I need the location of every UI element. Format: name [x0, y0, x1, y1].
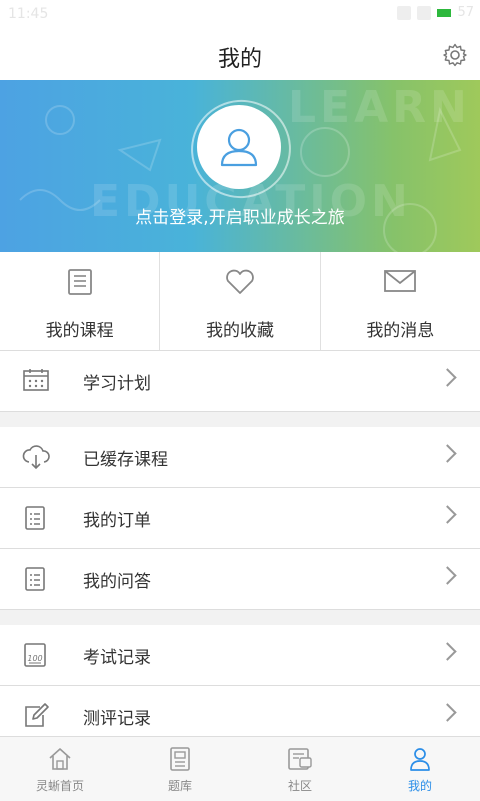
signal-icon: [417, 5, 432, 20]
exam-score-icon: 100: [24, 643, 46, 667]
edit-record-icon: [25, 703, 49, 727]
chevron-right-icon: [438, 703, 457, 722]
mail-icon: [384, 270, 417, 292]
svg-text:100: 100: [27, 654, 42, 663]
course-book-icon: [67, 269, 92, 295]
menu-item-label: 我的订单: [83, 511, 151, 531]
status-time: 11:45: [8, 6, 49, 22]
menu-item-label: 考试记录: [83, 648, 151, 668]
avatar[interactable]: [197, 105, 281, 189]
wifi-icon: [397, 5, 412, 20]
tab-label: 题库: [167, 779, 192, 793]
chevron-right-icon: [438, 505, 457, 524]
menu-item-my-orders[interactable]: 我的订单: [0, 488, 480, 549]
quick-action-label: 我的消息: [366, 321, 435, 341]
tab-label: 社区: [287, 779, 312, 793]
battery-icon: [437, 8, 452, 17]
question-bank-icon: [170, 747, 190, 771]
menu-item-label: 学习计划: [83, 374, 151, 394]
tab-community[interactable]: 社区: [240, 737, 360, 801]
profile-icon: [410, 748, 430, 771]
quick-actions: 我的课程 我的收藏 我的消息: [0, 252, 480, 351]
user-avatar-icon: [220, 128, 258, 167]
order-list-icon: [25, 506, 45, 530]
tab-profile[interactable]: 我的: [360, 737, 480, 801]
tab-question-bank[interactable]: 题库: [120, 737, 240, 801]
status-bar: 11:45 57: [0, 0, 480, 30]
cloud-download-icon: [22, 445, 50, 470]
community-icon: [288, 748, 312, 770]
quick-action-label: 我的收藏: [205, 321, 274, 341]
login-prompt[interactable]: 点击登录,开启职业成长之旅: [0, 203, 480, 228]
page-title: 我的: [217, 47, 262, 72]
quick-action-my-favorites[interactable]: 我的收藏: [159, 252, 319, 350]
battery-percent: 57: [457, 5, 474, 20]
status-indicators: 57: [397, 5, 474, 20]
menu-item-my-qa[interactable]: 我的问答: [0, 549, 480, 610]
profile-banner[interactable]: LEARN EDUCATION 点击登录,开启职业成长之旅: [0, 80, 480, 252]
heart-icon: [226, 269, 254, 294]
tab-label: 灵蜥首页: [35, 779, 84, 793]
quick-action-label: 我的课程: [45, 321, 114, 341]
home-icon: [49, 748, 71, 770]
chevron-right-icon: [438, 368, 457, 387]
menu-item-cached-courses[interactable]: 已缓存课程: [0, 427, 480, 488]
gear-icon[interactable]: [442, 42, 468, 68]
menu-item-label: 已缓存课程: [83, 450, 168, 470]
chevron-right-icon: [438, 444, 457, 463]
chevron-right-icon: [438, 566, 457, 585]
menu-item-label: 我的问答: [83, 572, 151, 592]
menu-item-label: 测评记录: [83, 709, 151, 729]
header-bar: 我的: [0, 30, 480, 80]
bottom-tab-bar: 灵蜥首页 题库 社区 我的: [0, 736, 480, 801]
tab-home[interactable]: 灵蜥首页: [0, 737, 120, 801]
chevron-right-icon: [438, 642, 457, 661]
quick-action-my-courses[interactable]: 我的课程: [0, 252, 159, 350]
menu-item-study-plan[interactable]: 学习计划: [0, 351, 480, 412]
tab-label: 我的: [407, 779, 432, 793]
qa-list-icon: [25, 567, 45, 591]
quick-action-my-messages[interactable]: 我的消息: [319, 252, 480, 350]
menu-item-exam-records[interactable]: 100 考试记录: [0, 625, 480, 686]
calendar-icon: [23, 369, 49, 391]
